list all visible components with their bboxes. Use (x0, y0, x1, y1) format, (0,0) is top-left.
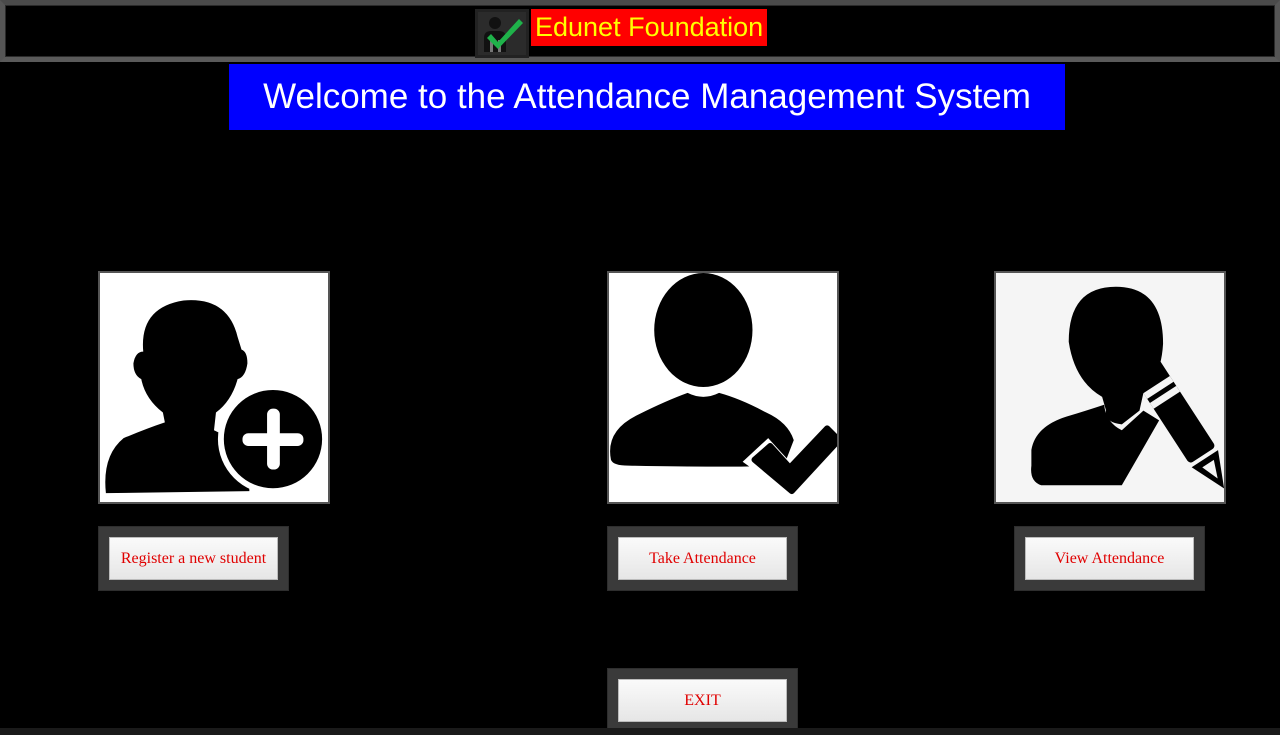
exit-button[interactable]: EXIT (618, 679, 787, 722)
user-check-icon[interactable] (607, 271, 839, 504)
user-edit-icon[interactable] (994, 271, 1226, 504)
take-attendance-button-frame: Take Attendance (607, 526, 798, 591)
register-student-button[interactable]: Register a new student (109, 537, 278, 580)
bottom-edge (0, 728, 1280, 735)
welcome-banner: Welcome to the Attendance Management Sys… (229, 64, 1065, 130)
attendance-check-icon (475, 9, 529, 58)
main-window: Edunet Foundation Welcome to the Attenda… (0, 0, 1280, 735)
user-add-icon[interactable] (98, 271, 330, 504)
register-button-frame: Register a new student (98, 526, 289, 591)
exit-button-frame: EXIT (607, 668, 798, 733)
view-attendance-button[interactable]: View Attendance (1025, 537, 1194, 580)
view-attendance-button-frame: View Attendance (1014, 526, 1205, 591)
app-title: Edunet Foundation (531, 9, 768, 46)
take-attendance-button[interactable]: Take Attendance (618, 537, 787, 580)
